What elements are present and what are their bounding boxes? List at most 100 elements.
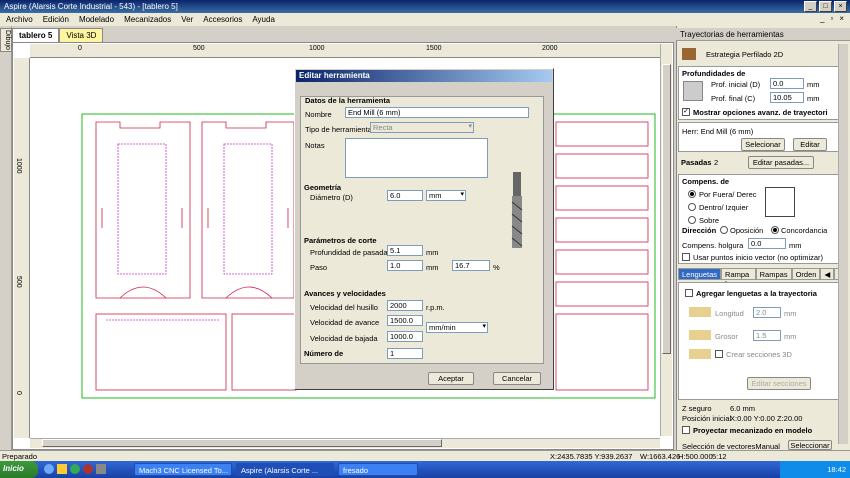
ok-button[interactable]: Aceptar [428,372,474,385]
ruler-label: 1500 [426,45,442,52]
passes-row: Pasadas 2 Editar pasadas... [678,154,846,170]
menu-item-edicion[interactable]: Edición [43,15,69,24]
home-value: X:0.00 Y:0.00 Z:20.00 [730,414,803,423]
media-icon[interactable] [83,464,93,474]
show-advanced-label: Mostrar opciones avanz. de trayectori [693,108,828,117]
select-tool-button[interactable]: Selecionar [741,138,785,151]
browser-icon[interactable] [44,464,54,474]
window-title: Aspire (Alarsis Corte Industrial - 543) … [4,2,178,11]
diameter-unit-select[interactable]: mm ▾ [426,190,466,201]
edit-passes-button[interactable]: Editar pasadas... [748,156,814,169]
start-depth-label: Prof. inicial (D) [711,80,761,89]
diameter-input[interactable]: 6.0 [387,190,423,201]
show-advanced-checkbox[interactable]: ✓ [682,108,690,116]
start-depth-input[interactable]: 0.0 [770,78,804,89]
create-3d-checkbox[interactable] [715,350,723,358]
menu-item-accesorios[interactable]: Accesorios [203,15,242,24]
allowance-input[interactable]: 0.0 [748,238,786,249]
comp-outside-radio[interactable] [688,190,696,198]
comp-on-label: Sobre [699,216,720,225]
edit-sections-button[interactable]: Editar secciones [747,377,811,390]
app-icon[interactable] [70,464,80,474]
mdi-close-icon[interactable]: × [839,14,844,23]
chevron-down-icon: ▾ [460,191,464,198]
mdi-restore-icon[interactable]: ▫ [830,14,833,23]
tab-orden[interactable]: Orden [791,268,821,280]
system-tray: 18:42 [780,461,850,478]
compensation-section: Compens. de Por Fuera/ Derec Dentro/ Izq… [678,174,846,264]
tab-dibujo[interactable]: Dibujo [0,28,12,52]
project-checkbox[interactable] [682,426,690,434]
horizontal-scroll-thumb[interactable] [42,439,442,447]
spindle-input[interactable]: 2000 [387,300,423,311]
maximize-button[interactable]: □ [819,1,832,12]
status-extra: 5:12 [712,452,727,461]
folder-icon[interactable] [57,464,67,474]
direction-concordance-radio[interactable] [771,226,779,234]
thickness-input[interactable]: 1.5 [753,330,781,341]
name-label: Nombre [305,110,332,119]
menu-item-archivo[interactable]: Archivo [6,15,33,24]
vertical-scrollbar[interactable] [660,44,672,436]
create-3d-label: Crear secciones 3D [726,350,792,359]
panel-scrollbar[interactable] [838,44,848,444]
unit-label: mm [784,309,797,318]
start-points-checkbox[interactable] [682,253,690,261]
menu-item-ayuda[interactable]: Ayuda [252,15,275,24]
window-controls: _ □ × [804,1,847,12]
length-input[interactable]: 2.0 [753,307,781,318]
stepover-input[interactable]: 1.0 [387,260,423,271]
stepover-unit: mm [426,263,439,272]
horizontal-scrollbar[interactable] [30,438,660,448]
taskbar-item-fresado[interactable]: fresado [338,463,418,476]
passes-value: 2 [714,158,719,167]
taskbar-item-aspire[interactable]: Aspire (Alarsis Corte ... [236,463,334,476]
add-tabs-checkbox[interactable] [685,289,693,297]
taskbar-item-mach3[interactable]: Mach3 CNC Licensed To... [134,463,232,476]
safe-z-value: 6.0 mm [730,404,756,413]
tab-rampa-l[interactable]: Rampa L... [721,268,756,288]
direction-opposition-radio[interactable] [720,226,728,234]
menu-item-mecanizados[interactable]: Mecanizados [124,15,171,24]
end-depth-input[interactable]: 10.05 [770,92,804,103]
start-button[interactable]: Inicio [0,461,38,478]
menu-item-modelado[interactable]: Modelado [79,15,114,24]
feed-input[interactable]: 1500.0 [387,315,423,326]
mdi-controls: _ ▫ × [820,14,844,23]
cancel-button[interactable]: Cancelar [493,372,541,385]
desktop-icon[interactable] [96,464,106,474]
tab-3d-icon [689,349,711,359]
horizontal-ruler: 0 500 1000 1500 2000 [30,44,660,58]
name-input[interactable]: End Mill (6 mm) [345,107,529,118]
mdi-minimize-icon[interactable]: _ [820,14,824,23]
pass-depth-input[interactable]: 5.1 [387,245,423,256]
vertical-scroll-thumb[interactable] [662,64,671,354]
edit-tool-button[interactable]: Editar [793,138,827,151]
tool-data-heading: Datos de la herramienta [305,96,391,105]
notes-textarea[interactable] [345,138,488,178]
spindle-label: Velocidad del husillo [310,303,378,312]
tab-tablero-5[interactable]: tablero 5 [12,28,60,42]
plunge-input[interactable]: 1000.0 [387,331,423,342]
menu-item-ver[interactable]: Ver [181,15,193,24]
type-select[interactable]: Recta ▾ [370,122,474,133]
tab-rampas[interactable]: Rampas [755,268,792,280]
tab-scroll-left-icon[interactable]: ◀ [820,268,835,280]
close-button[interactable]: × [834,1,847,12]
comp-on-radio[interactable] [688,216,696,224]
status-height: H:500.000 [678,452,713,461]
feed-unit-select[interactable]: mm/min ▾ [426,322,488,333]
stepover-percent-input[interactable]: 16.7 [452,260,490,271]
comp-inside-radio[interactable] [688,203,696,211]
number-input[interactable]: 1 [387,348,423,359]
minimize-button[interactable]: _ [804,1,817,12]
vector-select-button[interactable]: Seleccionar [788,440,832,450]
type-label: Tipo de herramienta [305,125,372,134]
stepover-label: Paso [310,263,328,272]
direction-opposition-label: Oposición [730,226,764,235]
feeds-heading: Avances y velocidades [304,289,386,298]
tab-lenguetas[interactable]: Lenguetas [678,268,722,280]
ruler-label: 500 [15,276,22,288]
tab-vista-3d[interactable]: Vista 3D [59,28,104,42]
start-label: Inicio [3,464,24,473]
